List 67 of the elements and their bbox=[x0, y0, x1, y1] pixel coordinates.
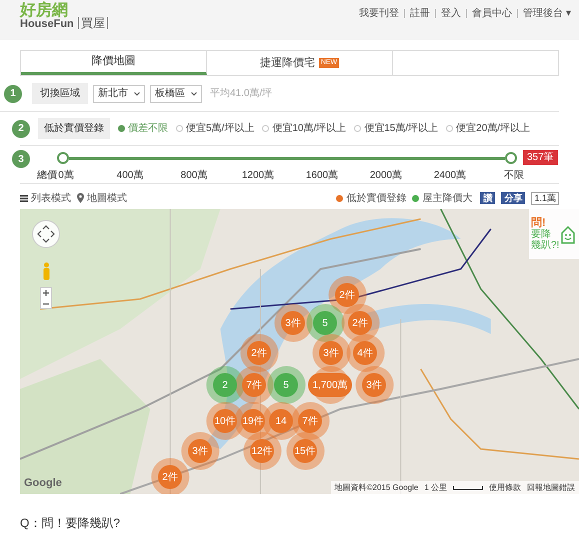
region-select[interactable]: 新北市 bbox=[93, 84, 145, 102]
map-scale: 1 公里 bbox=[424, 482, 447, 494]
radio-label: 便宜15萬/坪以上 bbox=[364, 122, 438, 136]
view-mode-link[interactable]: 地圖模式 bbox=[77, 190, 127, 206]
axis-label: 總價 bbox=[37, 169, 57, 183]
plus-icon bbox=[43, 290, 49, 296]
slider-handle[interactable] bbox=[505, 152, 517, 164]
step-number: 2 bbox=[12, 120, 30, 138]
step-number: 1 bbox=[4, 84, 22, 102]
tick-label: 1600萬 bbox=[306, 168, 338, 183]
minus-icon bbox=[43, 303, 49, 305]
nav-link[interactable]: 我要刊登 bbox=[359, 6, 400, 21]
step-label: 低於實價登錄 bbox=[38, 118, 110, 139]
question-heading: Q：問！要降幾趴? bbox=[20, 515, 122, 532]
legend-label: 屋主降價大 bbox=[422, 192, 472, 206]
logo-chinese: 好房網 bbox=[20, 3, 69, 19]
nav-link[interactable]: 會員中心 bbox=[472, 6, 512, 21]
radio-label: 價差不限 bbox=[128, 122, 168, 136]
radio-button[interactable] bbox=[262, 125, 270, 132]
chevron-icon bbox=[134, 92, 140, 96]
list-icon bbox=[20, 194, 28, 202]
radio-button[interactable] bbox=[118, 125, 125, 132]
tab[interactable]: 降價地圖 bbox=[21, 51, 207, 75]
smiley-house-icon bbox=[560, 223, 576, 245]
promo-title: 問! bbox=[531, 218, 546, 228]
view-mode-link[interactable]: 列表模式 bbox=[20, 190, 71, 206]
nav-link[interactable]: 登入 bbox=[441, 6, 462, 21]
radio-label: 便宜20萬/坪以上 bbox=[456, 122, 530, 136]
tick-label: 0萬 bbox=[58, 168, 74, 183]
map-cluster-marker[interactable]: 1,700萬 bbox=[308, 373, 352, 397]
terms-link[interactable]: 使用條款 bbox=[489, 481, 521, 494]
google-logo: Google bbox=[24, 476, 62, 490]
radio-label: 便宜5萬/坪以上 bbox=[186, 122, 254, 136]
step-number: 3 bbox=[12, 150, 30, 168]
tick-label: 2000萬 bbox=[370, 168, 402, 183]
step-label: 切換區域 bbox=[32, 83, 88, 104]
map-attribution: 地圖資料©2015 Google bbox=[334, 482, 418, 494]
scale-bar bbox=[453, 486, 483, 490]
tick-label: 400萬 bbox=[116, 168, 144, 183]
promo-text: 要降 bbox=[531, 228, 552, 240]
arrows-icon bbox=[37, 225, 55, 243]
zoom-control[interactable] bbox=[40, 287, 52, 309]
report-link[interactable]: 回報地圖錯誤 bbox=[527, 481, 575, 494]
promo-text: 幾趴?! bbox=[531, 240, 560, 250]
radio-label: 便宜10萬/坪以上 bbox=[272, 122, 346, 136]
tick-label: 800萬 bbox=[180, 168, 208, 183]
pin-icon bbox=[77, 193, 84, 203]
promo-panel[interactable]: 問! 要降 幾趴?! bbox=[529, 209, 579, 259]
tick-label: 2400萬 bbox=[434, 168, 466, 183]
radio-button[interactable] bbox=[354, 125, 362, 132]
region-select[interactable]: 板橋區 bbox=[150, 84, 202, 102]
radio-button[interactable] bbox=[446, 125, 454, 132]
chevron-icon bbox=[191, 92, 197, 96]
nav-link[interactable]: 註冊 bbox=[410, 6, 430, 21]
tick-label: 1200萬 bbox=[242, 168, 274, 183]
slider-handle[interactable] bbox=[57, 152, 69, 164]
average-price: 平均41.0萬/坪 bbox=[210, 86, 272, 101]
radio-button[interactable] bbox=[176, 125, 183, 132]
like-button[interactable]: 讚 bbox=[480, 192, 496, 204]
tick-label: 不限 bbox=[504, 169, 524, 183]
legend-label: 低於實價登錄 bbox=[346, 192, 406, 206]
nav-link[interactable]: 管理後台 ▾ bbox=[523, 6, 571, 21]
logo-english: HouseFun bbox=[20, 19, 74, 30]
share-button[interactable]: 分享 bbox=[501, 192, 526, 204]
section-label: 買屋 bbox=[78, 17, 108, 29]
share-count: 1.1萬 bbox=[531, 192, 559, 204]
count-badge: 357筆 bbox=[523, 150, 558, 165]
